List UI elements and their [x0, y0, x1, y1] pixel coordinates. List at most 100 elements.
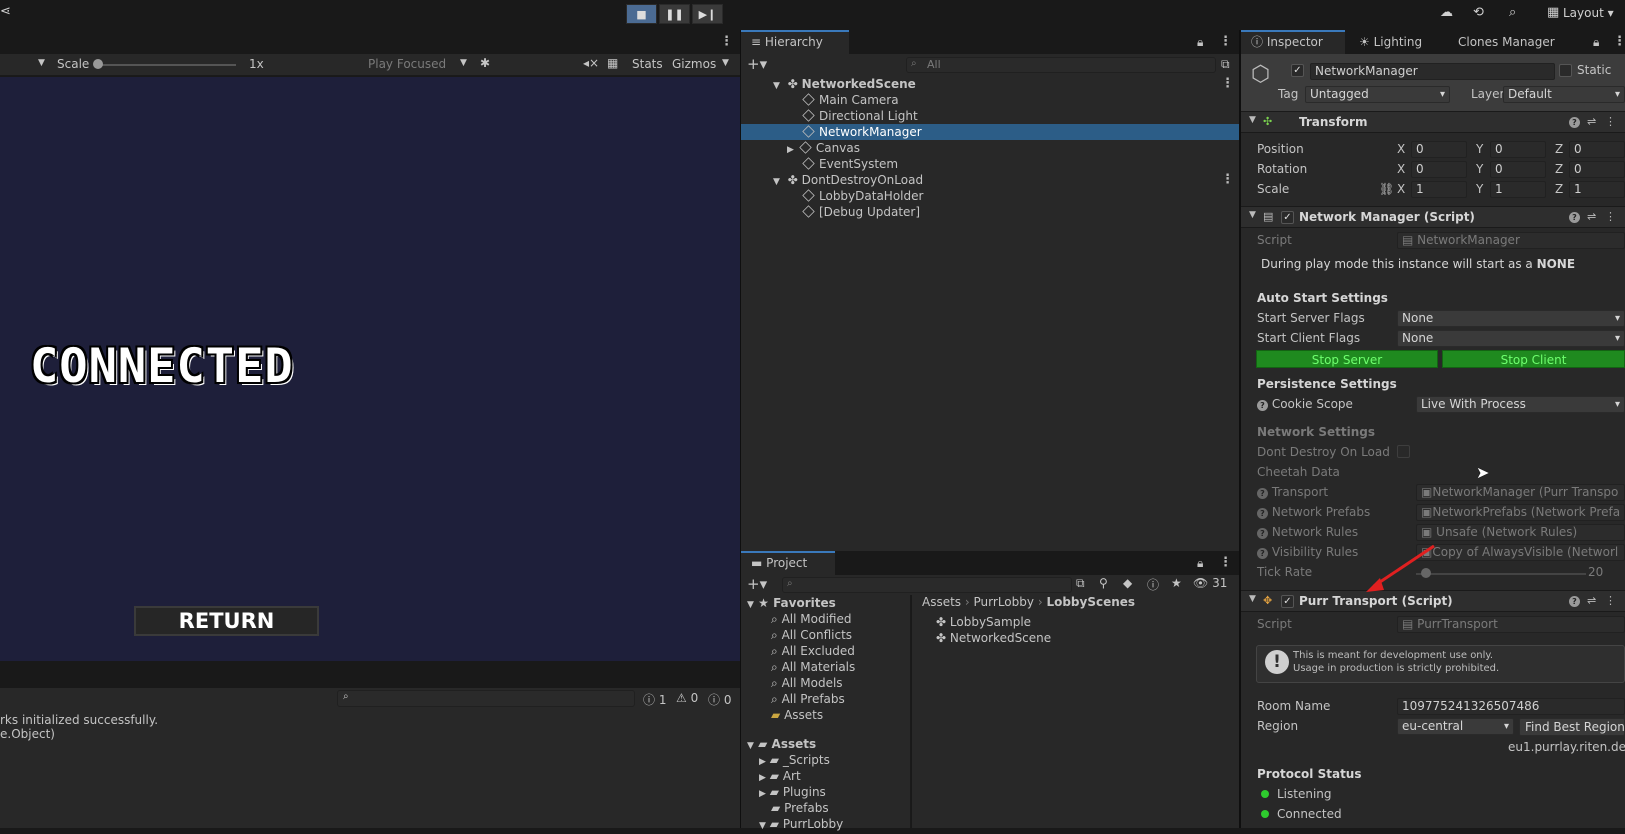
scale-y-field[interactable]: 1 — [1490, 181, 1546, 198]
list-item[interactable]: Main Camera — [741, 92, 899, 108]
return-button[interactable]: RETURN — [134, 606, 319, 636]
list-item[interactable]: ▰ Prefabs — [741, 800, 829, 816]
position-y-field[interactable]: 0 — [1490, 141, 1546, 158]
list-item[interactable]: LobbyDataHolder — [741, 188, 923, 204]
network-manager-header[interactable]: ▼ ▤ ✓ Network Manager (Script) ? ⇌ ⋮ — [1241, 206, 1625, 228]
breadcrumb-item[interactable]: PurrLobby — [974, 595, 1034, 609]
display-dropdown-arrow[interactable]: ▼ — [38, 58, 45, 68]
scale-slider-handle[interactable] — [93, 59, 103, 69]
list-item[interactable]: [Debug Updater] — [741, 204, 920, 220]
search-by-type-icon[interactable]: ⧉ — [1076, 576, 1085, 591]
help-icon[interactable]: ? — [1569, 115, 1580, 128]
console-line[interactable]: rks initialized successfully. — [0, 713, 158, 727]
list-item-selected[interactable]: NetworkManager — [741, 124, 1239, 140]
rotation-y-field[interactable]: 0 — [1490, 161, 1546, 178]
enabled-checkbox[interactable]: ✓ — [1281, 595, 1294, 608]
lock-icon[interactable]: 🔒︎ — [1197, 35, 1203, 50]
tab-inspector[interactable]: ⓘ Inspector — [1241, 30, 1345, 54]
list-item[interactable]: ▶ Canvas — [741, 140, 860, 156]
label-icon[interactable]: ◆ — [1123, 576, 1132, 590]
lock-icon[interactable]: 🔒︎ — [1593, 35, 1599, 50]
tick-rate-value[interactable]: 20 — [1588, 565, 1603, 579]
mute-icon[interactable]: ◂× — [583, 56, 599, 70]
play-focused-arrow[interactable]: ▼ — [460, 58, 467, 68]
preset-icon[interactable]: ⇌ — [1587, 594, 1596, 607]
expand-arrow[interactable]: ▼ — [773, 81, 780, 91]
stop-client-button[interactable]: Stop Client — [1442, 350, 1625, 368]
list-item[interactable]: ⌕ All Conflicts — [741, 627, 852, 643]
network-prefabs-field[interactable]: ▣NetworkPrefabs (Network Prefa — [1416, 504, 1625, 521]
start-client-flags-dropdown[interactable]: None — [1397, 330, 1625, 347]
list-item[interactable]: ✤ NetworkedScene — [912, 630, 1051, 646]
start-server-flags-dropdown[interactable]: None — [1397, 310, 1625, 327]
list-item[interactable]: ▶ ▰ Plugins — [741, 784, 826, 800]
visibility-icon[interactable]: 👁︎ 31 — [1193, 576, 1227, 590]
collapse-arrow[interactable]: ▼ — [1249, 210, 1256, 220]
object-name-field[interactable]: NetworkManager — [1310, 63, 1555, 80]
hierarchy-search-input[interactable]: ⌕ All — [906, 57, 1216, 73]
help-icon[interactable]: ? — [1569, 594, 1580, 607]
favorites-header[interactable]: ▼ ★ Favorites — [741, 595, 836, 611]
collapse-arrow[interactable]: ▼ — [1249, 115, 1256, 125]
expand-arrow[interactable]: ▶ — [787, 145, 794, 155]
scale-slider[interactable] — [96, 64, 236, 66]
pause-button[interactable]: ❚❚ — [659, 4, 690, 24]
scale-z-field[interactable]: 1 — [1569, 181, 1625, 198]
project-search-input[interactable]: ⌕ — [782, 577, 1072, 593]
transport-field[interactable]: ▣NetworkManager (Purr Transpo — [1416, 484, 1625, 501]
layout-dropdown[interactable]: Layout ▾ — [1563, 6, 1614, 20]
gizmos-button[interactable]: Gizmos — [672, 57, 716, 71]
tab-hierarchy[interactable]: ≡ Hierarchy — [741, 30, 849, 54]
preset-icon[interactable]: ⇌ — [1587, 210, 1596, 223]
tick-rate-slider[interactable] — [1416, 573, 1586, 575]
layer-dropdown[interactable]: Default — [1503, 86, 1625, 103]
expand-arrow[interactable]: ▼ — [773, 177, 780, 187]
constrain-proportions-icon[interactable]: ⛓ — [1379, 182, 1394, 196]
preset-icon[interactable]: ⇌ — [1587, 115, 1596, 128]
component-menu-icon[interactable]: ⋮ — [1605, 594, 1616, 607]
list-item[interactable]: ⌕ All Modified — [741, 611, 851, 627]
tab-project[interactable]: ▬ Project — [741, 551, 835, 575]
enabled-checkbox[interactable]: ✓ — [1281, 211, 1294, 224]
component-menu-icon[interactable]: ⋮ — [1605, 115, 1616, 128]
script-field[interactable]: ▤ NetworkManager — [1397, 232, 1625, 249]
rotation-x-field[interactable]: 0 — [1411, 161, 1467, 178]
share-icon[interactable]: ⋖ — [0, 4, 11, 19]
list-item[interactable]: ▶ ▰ _Scripts — [741, 752, 830, 768]
project-menu-icon[interactable]: ⋮ — [1219, 555, 1232, 570]
item-menu-icon[interactable]: ⋮ — [1221, 172, 1234, 188]
console-info-count[interactable]: ⓘ 1 — [643, 691, 666, 708]
help-icon[interactable]: ? — [1569, 210, 1580, 223]
list-item[interactable]: Directional Light — [741, 108, 918, 124]
console-error-count[interactable]: ⓘ 0 — [708, 691, 731, 708]
list-item[interactable]: ⌕ All Prefabs — [741, 691, 845, 707]
stop-button[interactable]: ■ — [626, 4, 657, 24]
game-viewport[interactable]: CONNECTED RETURN — [0, 77, 740, 661]
position-x-field[interactable]: 0 — [1411, 141, 1467, 158]
lock-icon[interactable]: 🔒︎ — [1197, 556, 1203, 571]
room-name-field[interactable]: 109775241326507486 — [1397, 698, 1625, 715]
history-icon[interactable]: ⟲ — [1473, 5, 1484, 20]
tab-lighting[interactable]: ☀ Lighting — [1349, 30, 1432, 54]
breadcrumb-item[interactable]: LobbyScenes — [1046, 595, 1135, 609]
position-z-field[interactable]: 0 — [1569, 141, 1625, 158]
search-icon[interactable]: ⌕ — [1509, 5, 1516, 20]
list-item[interactable]: ▶ ▰ Art — [741, 768, 801, 784]
add-icon[interactable]: +▾ — [747, 575, 767, 593]
dont-destroy-checkbox[interactable] — [1397, 445, 1410, 458]
step-button[interactable]: ▶❙ — [692, 4, 723, 24]
collapse-arrow[interactable]: ▼ — [1249, 594, 1256, 604]
list-item[interactable]: ✤ LobbySample — [912, 614, 1031, 630]
list-item[interactable]: ⌕ All Materials — [741, 659, 855, 675]
info-icon[interactable]: ⓘ — [1147, 576, 1159, 593]
transform-header[interactable]: ▼ ✣ Transform ? ⇌ ⋮ — [1241, 111, 1625, 133]
script-field[interactable]: ▤ PurrTransport — [1397, 616, 1625, 633]
cookie-scope-dropdown[interactable]: Live With Process — [1416, 396, 1625, 413]
cloud-icon[interactable]: ☁ — [1440, 5, 1453, 20]
list-item[interactable]: ▰ Assets — [741, 707, 823, 723]
inspector-menu-icon[interactable]: ⋮ — [1613, 34, 1625, 49]
star-icon[interactable]: ★ — [1171, 576, 1182, 590]
list-item[interactable]: ⌕ All Models — [741, 675, 843, 691]
list-item[interactable]: ▼ ▰ PurrLobby — [741, 816, 843, 832]
find-best-region-button[interactable]: Find Best Region — [1519, 718, 1625, 736]
